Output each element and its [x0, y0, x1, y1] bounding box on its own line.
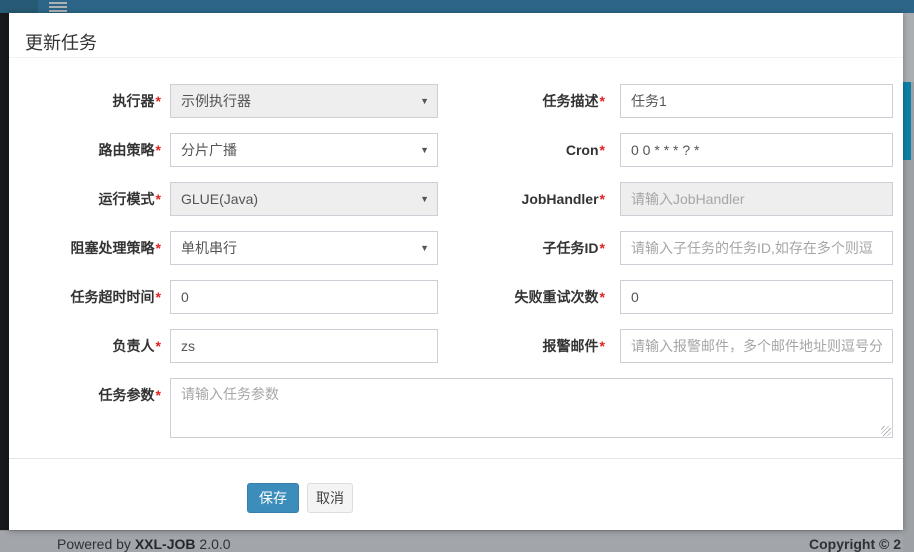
save-button[interactable]: 保存 [247, 483, 299, 513]
caret-down-icon: ▼ [420, 232, 429, 264]
caret-down-icon: ▼ [420, 134, 429, 166]
required-mark: * [600, 240, 605, 256]
caret-down-icon: ▼ [420, 183, 429, 215]
glue-type-label: 运行模式* [9, 182, 161, 216]
glue-type-value: GLUE(Java) [181, 191, 258, 207]
scrollbar-track [903, 13, 914, 82]
job-param-textarea[interactable] [170, 378, 893, 438]
block-strategy-label: 阻塞处理策略* [9, 231, 161, 265]
footer-divider [9, 458, 903, 459]
required-mark: * [156, 93, 161, 109]
cron-input[interactable] [620, 133, 893, 167]
job-desc-label: 任务描述* [453, 84, 605, 118]
alarm-email-label: 报警邮件* [453, 329, 605, 363]
author-label: 负责人* [9, 329, 161, 363]
job-desc-input[interactable] [620, 84, 893, 118]
footer-copyright: Copyright © 2 [809, 536, 901, 552]
footer-powered-by: Powered by XXL-JOB 2.0.0 [57, 536, 231, 552]
required-mark: * [156, 387, 161, 403]
required-mark: * [156, 142, 161, 158]
scrollbar-thumb[interactable] [903, 82, 911, 160]
cron-label: Cron* [453, 133, 605, 167]
scrollbar[interactable] [903, 13, 914, 552]
required-mark: * [600, 191, 605, 207]
title-divider [9, 57, 903, 58]
required-mark: * [156, 240, 161, 256]
job-param-label: 任务参数* [9, 378, 161, 412]
executor-select: 示例执行器 ▼ [170, 84, 438, 118]
powered-by-text: Powered by [57, 536, 131, 552]
modal-title: 更新任务 [25, 29, 97, 55]
cancel-button[interactable]: 取消 [307, 483, 353, 513]
block-strategy-select[interactable]: 单机串行 ▼ [170, 231, 438, 265]
timeout-input[interactable] [170, 280, 438, 314]
version-text: 2.0.0 [199, 536, 230, 552]
fail-retry-input[interactable] [620, 280, 893, 314]
hamburger-menu-icon[interactable] [49, 2, 67, 13]
brand-text: XXL-JOB [135, 536, 196, 552]
route-strategy-select[interactable]: 分片广播 ▼ [170, 133, 438, 167]
route-strategy-label: 路由策略* [9, 133, 161, 167]
top-navbar [0, 0, 914, 13]
fail-retry-label: 失败重试次数* [453, 280, 605, 314]
required-mark: * [156, 338, 161, 354]
logo-area [0, 0, 38, 13]
required-mark: * [156, 191, 161, 207]
required-mark: * [156, 289, 161, 305]
sidebar-edge [0, 13, 9, 530]
required-mark: * [600, 93, 605, 109]
route-strategy-value: 分片广播 [181, 142, 237, 158]
page-footer: Powered by XXL-JOB 2.0.0 Copyright © 2 [0, 530, 914, 552]
job-handler-label: JobHandler* [453, 182, 605, 216]
required-mark: * [600, 338, 605, 354]
caret-down-icon: ▼ [420, 85, 429, 117]
executor-label: 执行器* [9, 84, 161, 118]
textarea-resize-handle[interactable] [881, 426, 891, 436]
timeout-label: 任务超时时间* [9, 280, 161, 314]
update-task-modal: 更新任务 执行器* 示例执行器 ▼ 任务描述* 路由策略* 分片广播 ▼ Cro… [9, 13, 903, 530]
required-mark: * [600, 289, 605, 305]
block-strategy-value: 单机串行 [181, 240, 237, 256]
glue-type-select: GLUE(Java) ▼ [170, 182, 438, 216]
job-handler-input [620, 182, 893, 216]
author-input[interactable] [170, 329, 438, 363]
child-jobid-input[interactable] [620, 231, 893, 265]
alarm-email-input[interactable] [620, 329, 893, 363]
child-jobid-label: 子任务ID* [453, 231, 605, 265]
executor-value: 示例执行器 [181, 93, 251, 109]
required-mark: * [600, 142, 605, 158]
